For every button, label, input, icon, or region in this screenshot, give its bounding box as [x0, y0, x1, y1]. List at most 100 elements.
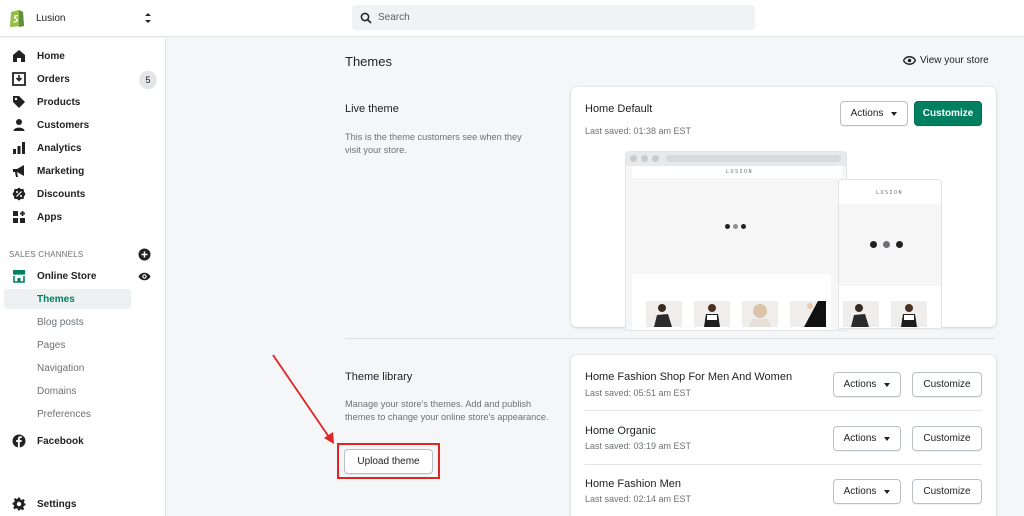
product-thumb [742, 301, 778, 327]
store-icon [13, 270, 25, 283]
browser-chrome [626, 152, 846, 166]
actions-label: Actions [843, 433, 877, 444]
sidebar-item-customers[interactable]: Customers [4, 115, 131, 135]
caret-down-icon [884, 436, 891, 441]
loading-dot [725, 224, 730, 229]
library-theme-saved: Last saved: 05:51 am EST [585, 388, 692, 398]
search-bar[interactable] [352, 5, 755, 30]
facebook-icon [12, 434, 26, 448]
actions-label: Actions [843, 379, 877, 390]
sidebar-item-label: Online Store [37, 270, 97, 282]
view-store-link[interactable]: View your store [903, 55, 989, 66]
sidebar-item-discounts[interactable]: Discounts [4, 184, 131, 204]
sidebar-item-label: Facebook [37, 435, 84, 447]
sidebar-item-preferences[interactable]: Preferences [4, 404, 131, 424]
library-theme-name: Home Organic [585, 425, 656, 437]
sidebar-item-pages[interactable]: Pages [4, 335, 131, 355]
page-title: Themes [345, 54, 392, 69]
store-name: Lusion [36, 12, 66, 24]
view-store-label: View your store [920, 55, 989, 66]
annotation-highlight-box [337, 443, 440, 479]
product-thumb [646, 301, 682, 327]
window-dot [641, 155, 648, 162]
live-theme-customize-button[interactable]: Customize [914, 101, 982, 126]
sidebar-item-blog-posts[interactable]: Blog posts [4, 312, 131, 332]
sidebar-item-settings[interactable]: Settings [4, 494, 131, 514]
library-theme-actions-button[interactable]: Actions [833, 479, 901, 504]
sidebar-item-label: Home [37, 50, 65, 62]
preview-brand: LUSION [726, 169, 754, 175]
library-theme-customize-button[interactable]: Customize [912, 426, 982, 451]
sidebar-item-label: Products [37, 96, 81, 108]
loading-dot [733, 224, 738, 229]
section-divider [345, 338, 995, 339]
sidebar-item-label: Marketing [37, 165, 85, 177]
loading-dot [896, 241, 903, 248]
sidebar-item-home[interactable]: Home [4, 46, 131, 66]
sidebar-item-facebook[interactable]: Facebook [4, 431, 131, 451]
theme-library-heading: Theme library [345, 371, 413, 383]
sidebar-item-analytics[interactable]: Analytics [4, 138, 131, 158]
preview-hero [632, 180, 831, 274]
library-theme-name: Home Fashion Shop For Men And Women [585, 371, 793, 383]
mobile-products [839, 286, 941, 328]
annotation-arrow-icon [272, 354, 334, 444]
store-switcher[interactable]: Lusion [8, 7, 158, 29]
live-theme-heading: Live theme [345, 103, 399, 115]
sidebar-item-label: Settings [37, 498, 77, 510]
sidebar-item-products[interactable]: Products [4, 92, 131, 112]
search-input[interactable] [378, 12, 718, 23]
library-theme-customize-button[interactable]: Customize [912, 479, 982, 504]
mobile-header: LUSION [839, 180, 941, 204]
orders-count-badge: 5 [139, 71, 157, 89]
library-theme-actions-button[interactable]: Actions [833, 372, 901, 397]
window-dot [652, 155, 659, 162]
preview-products [632, 274, 831, 330]
product-thumb [790, 301, 826, 327]
sidebar-item-label: Analytics [37, 142, 82, 154]
preview-brand: LUSION [876, 190, 904, 196]
caret-down-icon [891, 111, 898, 116]
sidebar-item-apps[interactable]: Apps [4, 207, 131, 227]
home-icon [13, 50, 25, 62]
sidebar-item-orders[interactable]: Orders [4, 69, 131, 89]
eye-icon[interactable] [138, 270, 151, 283]
discount-icon [12, 187, 26, 201]
library-theme-saved: Last saved: 02:14 am EST [585, 494, 692, 504]
sidebar-item-navigation[interactable]: Navigation [4, 358, 131, 378]
live-theme-description: This is the theme customers see when the… [345, 132, 522, 155]
library-theme-actions-button[interactable]: Actions [833, 426, 901, 451]
caret-down-icon [884, 489, 891, 494]
top-bar: Lusion [0, 0, 1024, 37]
sidebar-item-label: Discounts [37, 188, 86, 200]
sales-channels-heading: SALES CHANNELS [9, 250, 84, 259]
window-dot [630, 155, 637, 162]
sidebar-item-marketing[interactable]: Marketing [4, 161, 131, 181]
shopify-logo-icon [10, 10, 24, 27]
add-channel-icon[interactable] [138, 248, 151, 261]
row-divider [585, 464, 982, 465]
product-thumb [891, 301, 927, 327]
search-icon [360, 12, 372, 24]
library-theme-customize-button[interactable]: Customize [912, 372, 982, 397]
sidebar-item-label: Apps [37, 211, 62, 223]
loading-dot [870, 241, 877, 248]
live-theme-actions-button[interactable]: Actions [840, 101, 908, 126]
loading-dot [883, 241, 890, 248]
product-thumb [694, 301, 730, 327]
library-theme-name: Home Fashion Men [585, 478, 681, 490]
sidebar-item-label: Customers [37, 119, 90, 131]
megaphone-icon [13, 165, 24, 177]
loading-dot [741, 224, 746, 229]
tag-icon [13, 96, 25, 108]
sidebar: Home Orders 5 Products Customers Analyti… [0, 38, 166, 516]
orders-icon [12, 72, 26, 86]
sidebar-item-domains[interactable]: Domains [4, 381, 131, 401]
select-arrows-icon [145, 13, 151, 23]
product-thumb [843, 301, 879, 327]
sidebar-item-online-store[interactable]: Online Store [4, 266, 131, 286]
preview-header: LUSION [632, 166, 842, 178]
sidebar-item-themes[interactable]: Themes [4, 289, 131, 309]
caret-down-icon [884, 382, 891, 387]
desktop-preview: LUSION [625, 151, 847, 331]
